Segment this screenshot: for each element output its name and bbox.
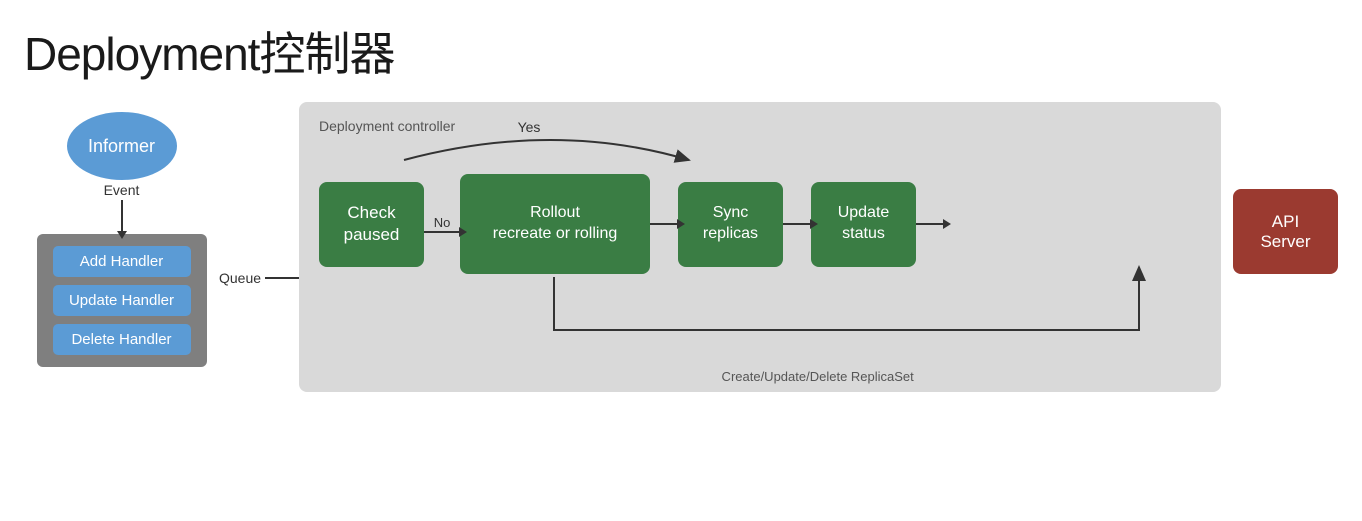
queue-label: Queue	[219, 270, 261, 286]
api-server-label: API Server	[1247, 212, 1324, 252]
arrow-sync-update	[783, 223, 811, 225]
update-handler: Update Handler	[53, 285, 191, 316]
handler-box: Add Handler Update Handler Delete Handle…	[37, 234, 207, 367]
event-arrow: Event	[104, 182, 140, 232]
arrowhead-2	[810, 219, 818, 229]
api-server-box: API Server	[1233, 189, 1338, 274]
bottom-arrow	[554, 267, 1139, 330]
no-arrow-line	[424, 231, 460, 233]
arrow-rollout-sync	[650, 223, 678, 225]
bottom-label: Create/Update/Delete ReplicaSet	[722, 369, 914, 384]
arrowhead-3	[943, 219, 951, 229]
event-label: Event	[104, 182, 140, 198]
no-label: No	[434, 215, 451, 230]
arrowhead-1	[677, 219, 685, 229]
update-status-label: Updatestatus	[838, 203, 890, 245]
api-bottom-svg	[1213, 274, 1243, 394]
update-status-box: Updatestatus	[811, 182, 916, 267]
check-paused-label: Checkpaused	[344, 202, 400, 246]
deployment-controller-section: Deployment controller Yes	[299, 102, 1221, 392]
no-arrowhead	[459, 227, 467, 237]
left-column: Informer Event Add Handler Update Handle…	[24, 112, 219, 367]
event-arrow-line	[121, 200, 123, 232]
dc-label: Deployment controller	[319, 118, 1201, 134]
sync-replicas-label: Syncreplicas	[703, 203, 758, 245]
deployment-controller-box: Deployment controller Yes	[299, 102, 1221, 392]
api-server-section: API Server	[1233, 189, 1338, 274]
flow-row: Checkpaused No Rolloutrecreate or rollin…	[319, 174, 1201, 274]
queue-connector: Queue	[219, 270, 299, 286]
arrow-update-api	[916, 223, 944, 225]
rollout-box: Rolloutrecreate or rolling	[460, 174, 650, 274]
delete-handler: Delete Handler	[53, 324, 191, 355]
no-arrow-wrap: No	[424, 215, 460, 233]
add-handler: Add Handler	[53, 246, 191, 277]
informer-node: Informer	[67, 112, 177, 180]
check-paused-box: Checkpaused	[319, 182, 424, 267]
page-title: Deployment控制器	[24, 18, 1338, 84]
sync-replicas-box: Syncreplicas	[678, 182, 783, 267]
rollout-label: Rolloutrecreate or rolling	[493, 203, 618, 245]
informer-label: Informer	[88, 136, 155, 157]
yes-arc	[404, 140, 689, 160]
